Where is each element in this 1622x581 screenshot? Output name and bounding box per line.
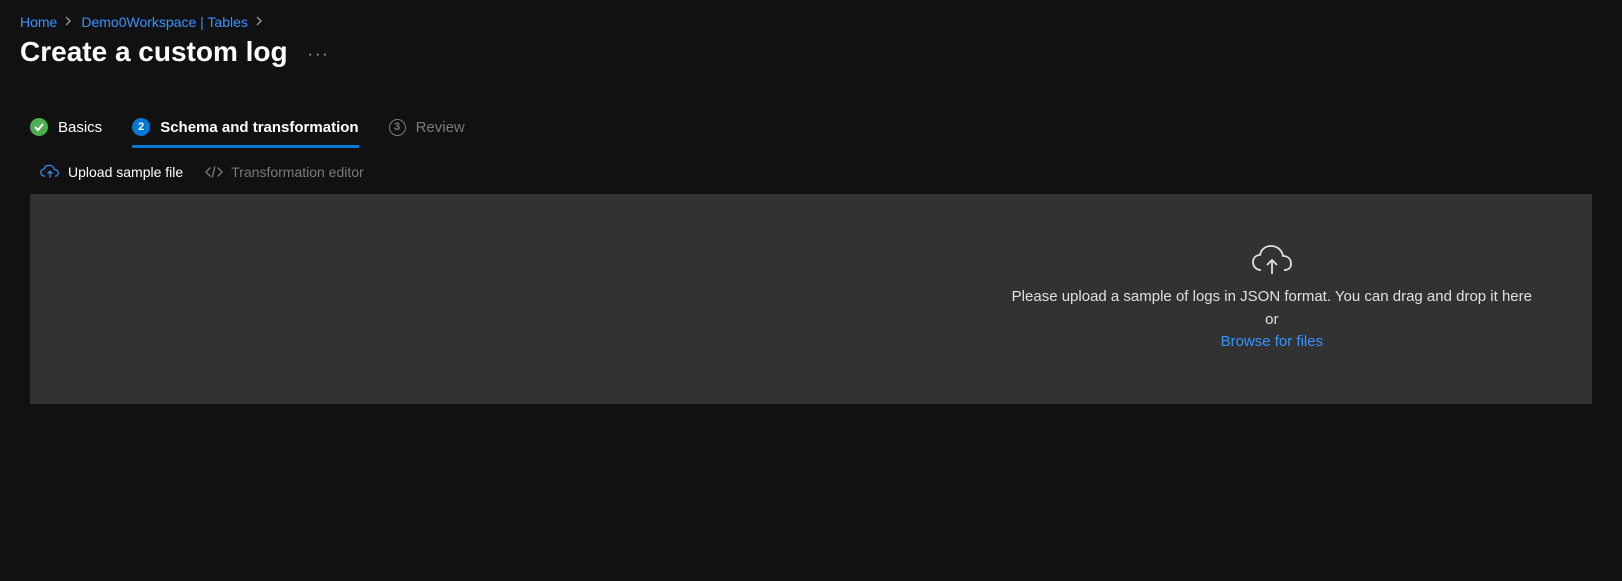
chevron-right-icon: [65, 15, 73, 29]
subtab-upload-sample-file[interactable]: Upload sample file: [40, 164, 183, 180]
tab-label: Schema and transformation: [160, 119, 358, 136]
tab-review: 3 Review: [389, 119, 465, 148]
more-actions-button[interactable]: ···: [308, 40, 330, 64]
upload-instruction-line2: or: [1012, 309, 1532, 332]
tab-basics[interactable]: Basics: [30, 118, 102, 148]
page-header: Create a custom log ···: [0, 34, 1622, 78]
chevron-right-icon: [256, 15, 264, 29]
upload-content: Please upload a sample of logs in JSON f…: [1012, 244, 1532, 354]
browse-for-files-link[interactable]: Browse for files: [1221, 333, 1324, 350]
code-icon: [205, 165, 223, 179]
checkmark-icon: [30, 118, 48, 136]
cloud-upload-icon: [40, 164, 60, 180]
tab-schema-transformation[interactable]: 2 Schema and transformation: [132, 118, 358, 148]
breadcrumb-home[interactable]: Home: [20, 14, 57, 30]
step-number-badge: 2: [132, 118, 150, 136]
subtab-transformation-editor: Transformation editor: [205, 164, 364, 180]
cloud-upload-icon: [1012, 244, 1532, 276]
tab-label: Basics: [58, 119, 102, 136]
subtab-bar: Upload sample file Transformation editor: [0, 148, 1622, 190]
page-title: Create a custom log: [20, 36, 288, 68]
subtab-label: Upload sample file: [68, 164, 183, 180]
step-number-badge: 3: [389, 119, 406, 136]
upload-dropzone[interactable]: Please upload a sample of logs in JSON f…: [30, 194, 1592, 404]
breadcrumb: Home Demo0Workspace | Tables: [0, 0, 1622, 34]
wizard-tabs: Basics 2 Schema and transformation 3 Rev…: [0, 78, 1622, 148]
upload-instruction-line1: Please upload a sample of logs in JSON f…: [1012, 286, 1532, 309]
tab-label: Review: [416, 119, 465, 136]
breadcrumb-workspace-tables[interactable]: Demo0Workspace | Tables: [81, 14, 248, 30]
subtab-label: Transformation editor: [231, 164, 364, 180]
